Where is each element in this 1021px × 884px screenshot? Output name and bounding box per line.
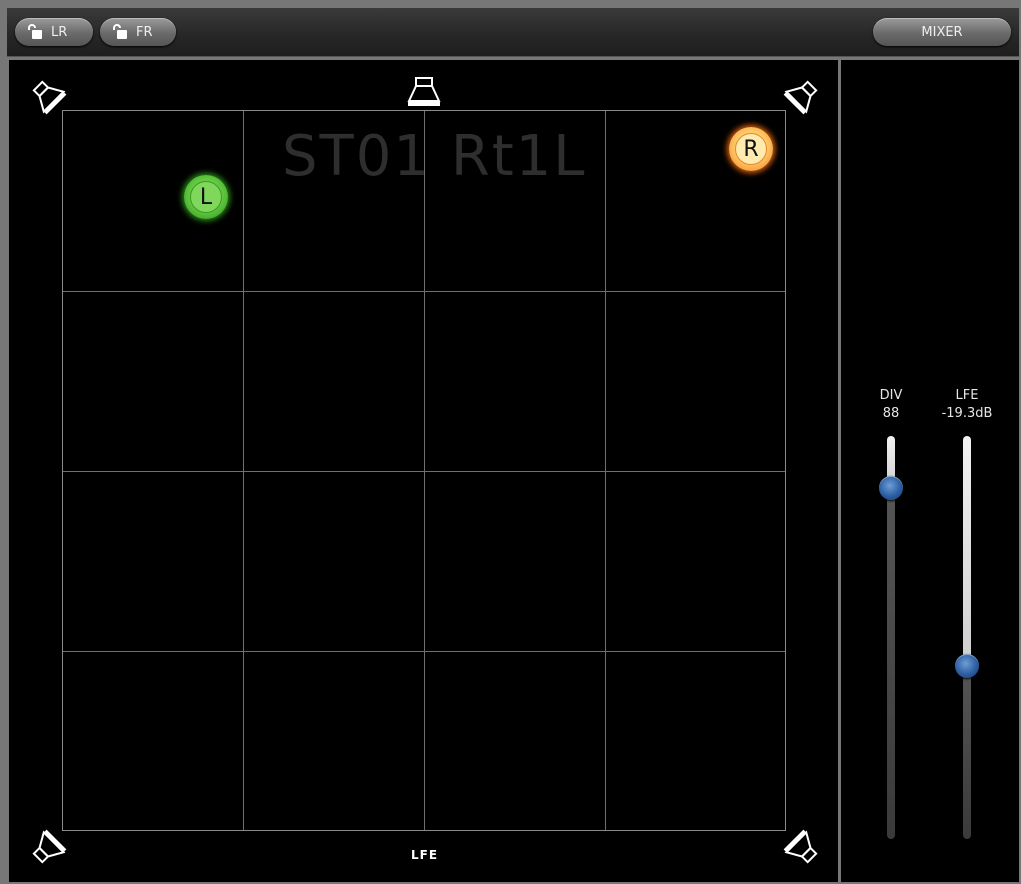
speaker-front-right-icon	[783, 80, 818, 115]
grid-line	[63, 291, 785, 292]
toolbar: LR FR MIXER	[7, 8, 1019, 57]
speaker-rear-left-icon	[32, 829, 67, 864]
lock-lr-label: LR	[51, 24, 68, 40]
left-puck-label: L	[190, 181, 222, 213]
lock-fr-label: FR	[136, 24, 153, 40]
right-puck-label: R	[735, 133, 767, 165]
unlock-icon	[25, 24, 43, 40]
lfe-fader-label: LFE	[955, 388, 979, 403]
panner-grid[interactable]	[62, 110, 786, 831]
right-channel-puck[interactable]: R	[729, 127, 773, 171]
left-channel-puck[interactable]: L	[184, 175, 228, 219]
speaker-center-icon	[407, 77, 441, 106]
lfe-fader-knob[interactable]	[955, 653, 979, 678]
speaker-rear-right-icon	[783, 829, 818, 864]
grid-line	[63, 471, 785, 472]
channel-name: ST01 Rt1L	[282, 124, 587, 189]
lock-lr-button[interactable]: LR	[15, 18, 93, 46]
lfe-fader-value: -19.3dB	[941, 406, 993, 421]
unlock-icon	[110, 24, 128, 40]
fader-panel	[841, 60, 1019, 882]
mixer-button[interactable]: MIXER	[873, 18, 1011, 46]
lfe-position-label: LFE	[411, 848, 439, 862]
lfe-fader-track[interactable]	[963, 436, 971, 839]
speaker-front-left-icon	[32, 80, 67, 115]
grid-line	[63, 651, 785, 652]
app-window: LR FR MIXER ST01 Rt1L L R LFE DIV 88 LFE…	[0, 0, 1021, 884]
div-fader-value: 88	[882, 406, 900, 421]
lock-fr-button[interactable]: FR	[100, 18, 176, 46]
div-fader-label: DIV	[879, 388, 903, 403]
